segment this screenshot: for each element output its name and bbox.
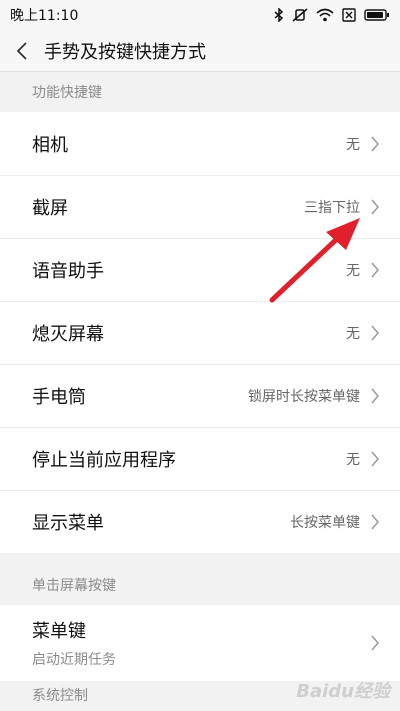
section-header-screen-buttons: 单击屏幕按键 [32,578,116,594]
list-item-screenshot[interactable]: 截屏 三指下拉 [0,175,400,238]
app-bar: 手势及按键快捷方式 [0,30,400,72]
status-time: 晚上11:10 [10,8,79,24]
list-item-voice-assistant[interactable]: 语音助手 无 [0,238,400,301]
chevron-right-icon [371,514,379,529]
list-item-flashlight[interactable]: 手电筒 锁屏时长按菜单键 [0,364,400,427]
row-label: 手电筒 [32,386,86,408]
row-subtitle: 启动近期任务 [32,652,116,668]
wifi-icon [316,8,334,22]
vibrate-off-icon [292,8,308,22]
page-title: 手势及按键快捷方式 [44,41,206,63]
row-label: 显示菜单 [32,512,104,534]
row-label: 菜单键 [32,621,86,642]
row-label: 停止当前应用程序 [32,449,176,471]
chevron-right-icon [371,325,379,340]
status-bar: 晚上11:10 [0,0,400,30]
row-value: 三指下拉 [304,199,360,216]
bluetooth-icon [274,8,284,22]
watermark: Baidu经验 [296,681,390,702]
section-header-function-shortcuts: 功能快捷键 [32,85,102,101]
list-item-stop-current-app[interactable]: 停止当前应用程序 无 [0,427,400,490]
row-value: 长按菜单键 [290,514,360,531]
list-item-camera[interactable]: 相机 无 [0,112,400,175]
row-value: 锁屏时长按菜单键 [248,388,360,405]
list-item-screen-off[interactable]: 熄灭屏幕 无 [0,301,400,364]
sim-off-icon [342,8,356,22]
row-value: 无 [346,136,360,153]
chevron-right-icon [371,635,379,651]
row-label: 相机 [32,134,68,156]
chevron-right-icon [371,199,379,214]
row-label: 截屏 [32,197,68,219]
list-item-menu-key[interactable]: 菜单键 启动近期任务 [0,605,400,681]
chevron-right-icon [371,388,379,403]
screen-buttons-list: 菜单键 启动近期任务 [0,605,400,681]
row-value: 无 [346,325,360,342]
chevron-right-icon [371,262,379,277]
list-item-show-menu[interactable]: 显示菜单 长按菜单键 [0,490,400,553]
back-button[interactable] [0,30,44,72]
status-icons [274,8,390,22]
row-value: 无 [346,262,360,279]
chevron-right-icon [371,451,379,466]
function-shortcuts-list: 相机 无 截屏 三指下拉 语音助手 无 熄灭屏幕 无 手电筒 锁屏时长按菜单键 [0,112,400,553]
row-label: 熄灭屏幕 [32,323,104,345]
chevron-right-icon [371,136,379,151]
chevron-left-icon [17,41,27,60]
row-value: 无 [346,451,360,468]
row-label: 语音助手 [32,260,104,282]
battery-icon [364,9,389,21]
